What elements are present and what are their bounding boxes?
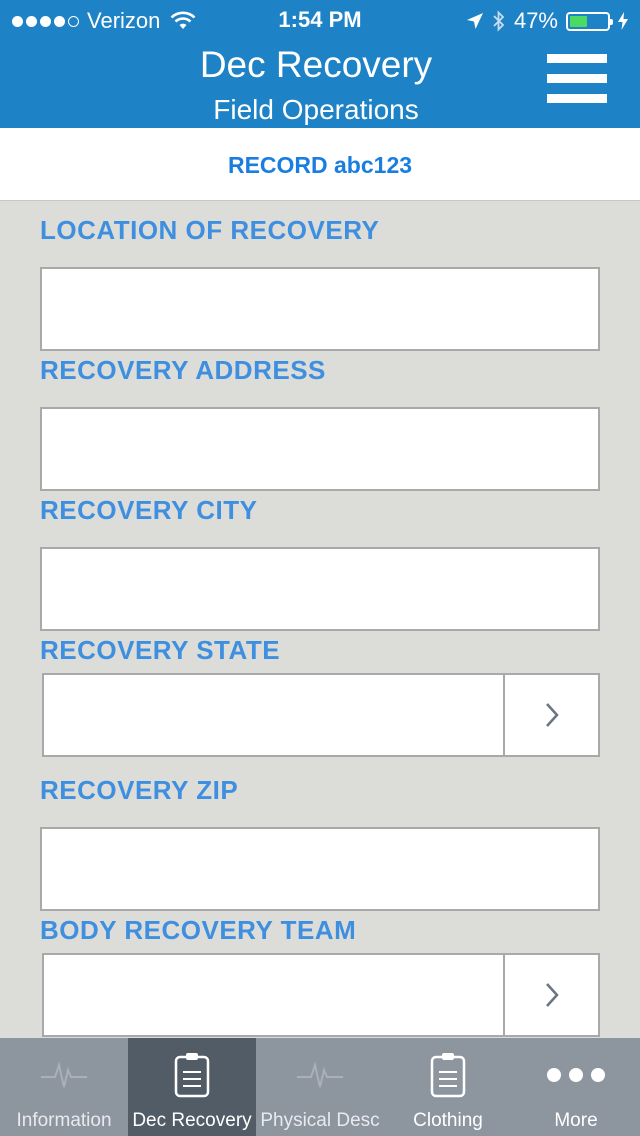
battery-percent: 47%: [513, 8, 558, 33]
field-label: RECOVERY CITY: [40, 495, 258, 525]
body-recovery-team-value[interactable]: [44, 955, 503, 1035]
recovery-zip-input[interactable]: [40, 827, 600, 911]
tab-dec-recovery[interactable]: Dec Recovery: [128, 1038, 256, 1136]
tab-bar: Information Dec Recovery Physical Desc C…: [0, 1038, 640, 1136]
clipboard-icon: [430, 1053, 466, 1098]
tab-label: Dec Recovery: [132, 1110, 252, 1131]
tab-clothing[interactable]: Clothing: [384, 1038, 512, 1136]
field-label: RECOVERY STATE: [40, 635, 281, 665]
pulse-icon: [41, 1061, 87, 1088]
clipboard-icon: [174, 1053, 210, 1098]
field-recovery-zip: RECOVERY ZIP: [40, 775, 600, 911]
status-right: 47%: [466, 8, 628, 34]
record-header: RECORD abc123: [0, 128, 640, 201]
tab-physical-desc[interactable]: Physical Desc: [256, 1038, 384, 1136]
field-recovery-city: RECOVERY CITY: [40, 495, 600, 631]
charging-bolt-icon: [618, 12, 628, 30]
tab-more[interactable]: More: [512, 1038, 640, 1136]
field-body-recovery-team: BODY RECOVERY TEAM: [40, 915, 600, 951]
more-dots-icon: [547, 1068, 605, 1082]
nav-bar: Dec Recovery Field Operations: [0, 40, 640, 128]
field-recovery-state: RECOVERY STATE: [40, 635, 600, 671]
field-recovery-address: RECOVERY ADDRESS: [40, 355, 600, 491]
location-arrow-icon: [466, 13, 483, 29]
battery-icon: [566, 11, 613, 31]
body-recovery-team-select[interactable]: [42, 953, 600, 1037]
tab-label: Information: [16, 1110, 112, 1131]
field-label: RECOVERY ADDRESS: [40, 355, 326, 385]
status-bar: Verizon 1:54 PM 47%: [0, 0, 640, 40]
recovery-state-select[interactable]: [42, 673, 600, 757]
bluetooth-icon: [493, 10, 505, 32]
recovery-state-value[interactable]: [44, 675, 503, 755]
tab-label: Clothing: [413, 1110, 483, 1131]
field-label: BODY RECOVERY TEAM: [40, 915, 357, 945]
field-label: RECOVERY ZIP: [40, 775, 239, 805]
pulse-icon: [297, 1061, 343, 1088]
page-subtitle: Field Operations: [213, 94, 419, 125]
tab-information[interactable]: Information: [0, 1038, 128, 1136]
tab-label: More: [554, 1110, 598, 1131]
body-recovery-team-picker-button[interactable]: [503, 955, 598, 1035]
page-title: Dec Recovery: [199, 44, 433, 85]
field-label: LOCATION OF RECOVERY: [40, 215, 380, 245]
location-of-recovery-input[interactable]: [40, 267, 600, 351]
recovery-state-picker-button[interactable]: [503, 675, 598, 755]
tab-label: Physical Desc: [260, 1110, 380, 1131]
hamburger-menu-icon[interactable]: [547, 54, 607, 114]
field-location-of-recovery: LOCATION OF RECOVERY: [40, 215, 600, 351]
recovery-address-input[interactable]: [40, 407, 600, 491]
recovery-city-input[interactable]: [40, 547, 600, 631]
chevron-right-icon: [545, 703, 559, 727]
chevron-right-icon: [545, 983, 559, 1007]
